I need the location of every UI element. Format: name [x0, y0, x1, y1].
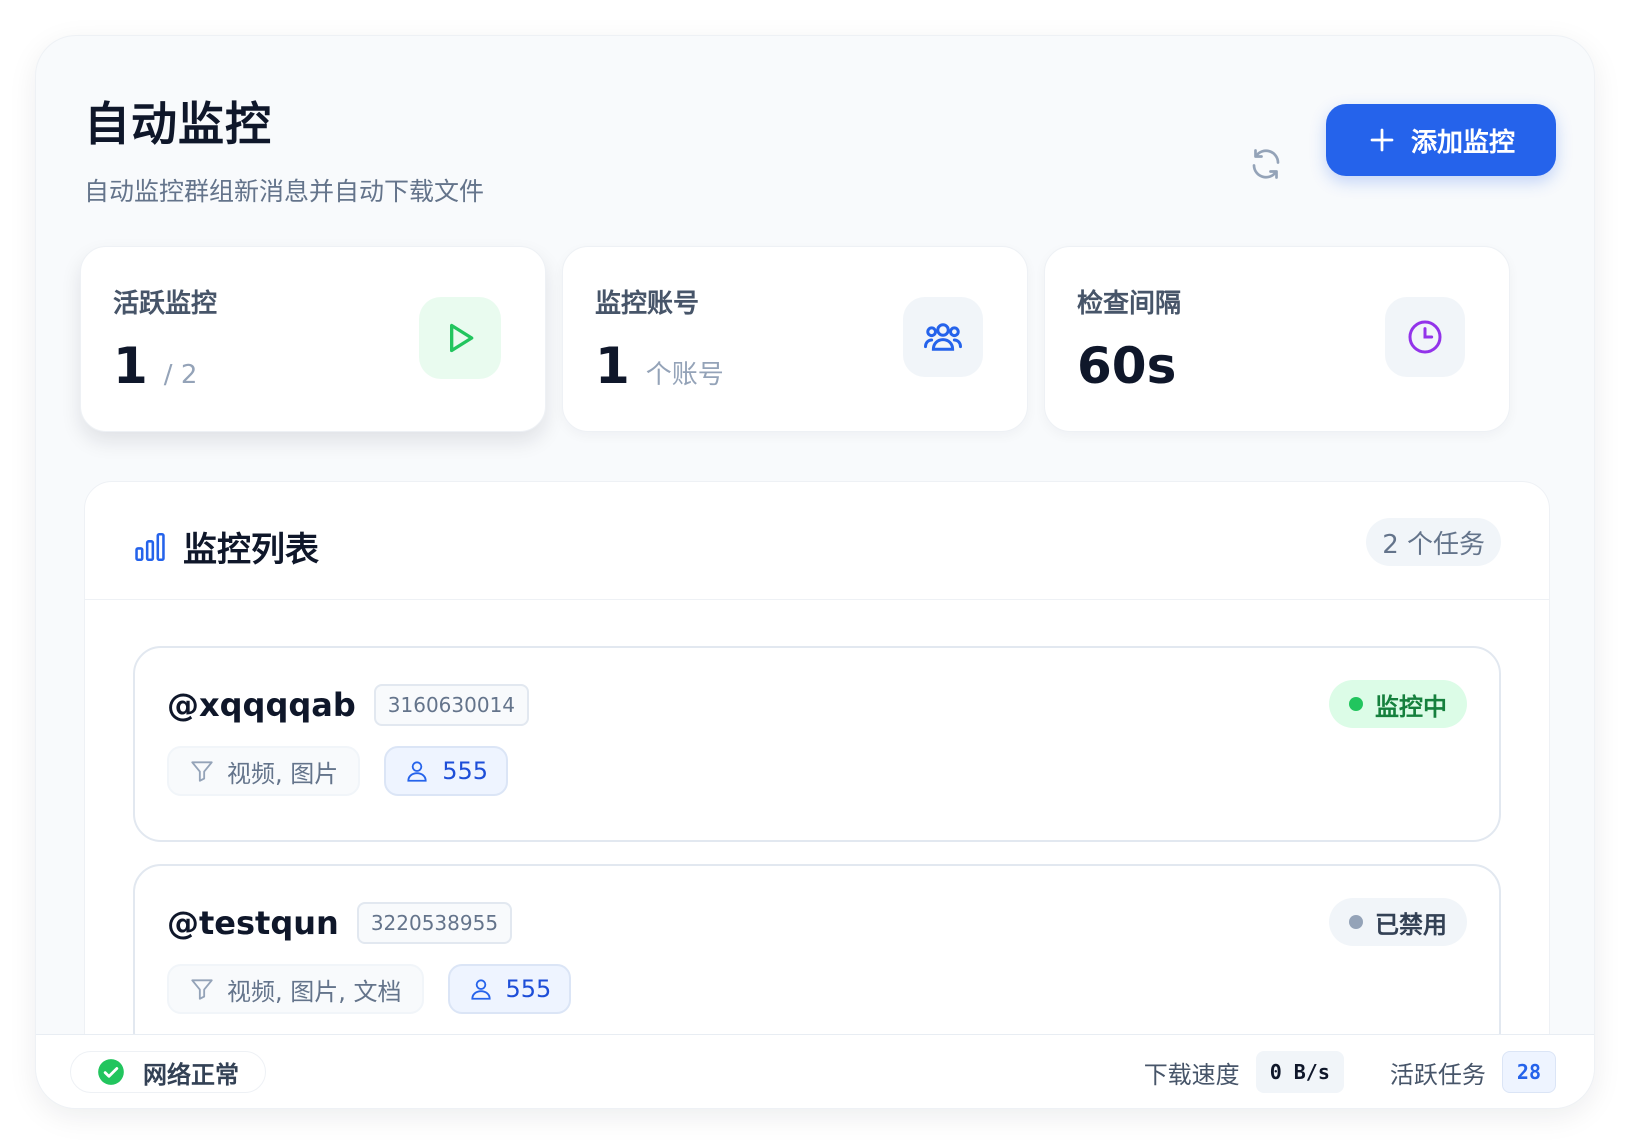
- filter-tag: 视频, 图片, 文档: [167, 964, 424, 1014]
- account-tag-label: 555: [442, 757, 489, 785]
- page-subtitle: 自动监控群组新消息并自动下载文件: [84, 177, 485, 206]
- stat-card-active: 活跃监控 1 / 2: [80, 246, 546, 432]
- stat-value: 1 / 2: [113, 337, 197, 395]
- add-monitor-button[interactable]: 添加监控: [1326, 104, 1556, 176]
- status-dot: [1349, 915, 1363, 929]
- users-icon: [924, 323, 962, 351]
- list-title-wrap: 监控列表: [133, 522, 319, 571]
- status-badge: 监控中: [1329, 680, 1467, 728]
- stat-number: 1: [113, 337, 148, 395]
- download-speed-value: 0 B/s: [1255, 1051, 1344, 1093]
- user-icon: [407, 761, 427, 782]
- plus-icon: [1370, 128, 1394, 152]
- user-icon: [470, 979, 491, 1000]
- refresh-icon: [1252, 149, 1280, 179]
- page-title: 自动监控: [84, 97, 272, 151]
- download-speed-label: 下载速度: [1143, 1060, 1240, 1089]
- monitor-tags: 视频, 图片, 文档 555: [167, 964, 572, 1014]
- monitor-id: 3160630014: [373, 684, 530, 726]
- clock-icon: [1408, 320, 1442, 354]
- users-icon-container: [903, 297, 983, 377]
- check-circle-icon: [98, 1059, 124, 1085]
- active-tasks-label: 活跃任务: [1389, 1060, 1486, 1089]
- app-window: 自动监控 自动监控群组新消息并自动下载文件 添加监控 活跃监控 1 / 2 监控…: [36, 36, 1594, 1108]
- filter-tag-label: 视频, 图片, 文档: [227, 977, 402, 1006]
- stat-label: 检查间隔: [1077, 289, 1182, 319]
- monitor-name: @testqun: [167, 904, 339, 942]
- network-status: 网络正常: [70, 1051, 266, 1093]
- clock-icon-container: [1385, 297, 1465, 377]
- task-count-badge: 2 个任务: [1366, 518, 1501, 566]
- stat-card-interval: 检查间隔 60s: [1044, 246, 1510, 432]
- stat-sub: 个账号: [645, 360, 724, 390]
- active-tasks-value: 28: [1501, 1051, 1556, 1093]
- monitor-list-header: 监控列表 2 个任务: [85, 482, 1549, 600]
- monitor-tags: 视频, 图片 555: [167, 746, 509, 796]
- stat-label: 监控账号: [595, 289, 700, 319]
- account-tag: 555: [384, 746, 509, 796]
- status-bar-metrics: 下载速度 0 B/s 活跃任务 28: [1144, 1051, 1556, 1093]
- account-tag-label: 555: [505, 975, 552, 1003]
- stat-number: 60s: [1077, 337, 1177, 395]
- status-badge: 已禁用: [1329, 898, 1467, 946]
- network-status-label: 网络正常: [143, 1060, 239, 1089]
- monitor-id: 3220538955: [356, 902, 513, 944]
- status-label: 监控中: [1375, 692, 1447, 721]
- filter-tag-label: 视频, 图片: [227, 759, 339, 788]
- play-icon-container: [419, 297, 501, 379]
- stat-number: 1: [595, 337, 630, 395]
- monitor-list-panel: 监控列表 2 个任务 @xqqqqab 3160630014 视频, 图片 55…: [84, 481, 1550, 1108]
- filter-tag: 视频, 图片: [167, 746, 361, 796]
- monitor-card[interactable]: @testqun 3220538955 视频, 图片, 文档 555 已禁用: [133, 864, 1501, 1060]
- status-dot: [1349, 697, 1363, 711]
- monitor-card-header: @xqqqqab 3160630014: [167, 684, 530, 726]
- refresh-button[interactable]: [1240, 138, 1292, 190]
- play-icon: [450, 323, 474, 353]
- stat-value: 60s: [1077, 337, 1176, 395]
- bar-chart-icon: [135, 532, 165, 561]
- stat-card-accounts: 监控账号 1 个账号: [562, 246, 1028, 432]
- filter-icon: [191, 761, 213, 782]
- stat-label: 活跃监控: [113, 289, 218, 319]
- filter-icon: [191, 979, 213, 1000]
- status-label: 已禁用: [1375, 910, 1447, 939]
- page-header: 自动监控 自动监控群组新消息并自动下载文件: [84, 88, 484, 208]
- status-bar: 网络正常 下载速度 0 B/s 活跃任务 28: [36, 1034, 1594, 1108]
- monitor-name: @xqqqqab: [167, 686, 356, 724]
- stat-sub: / 2: [163, 360, 198, 390]
- monitor-card[interactable]: @xqqqqab 3160630014 视频, 图片 555 监控中: [133, 646, 1501, 842]
- add-monitor-label: 添加监控: [1410, 127, 1515, 158]
- account-tag: 555: [447, 964, 572, 1014]
- monitor-card-header: @testqun 3220538955: [167, 902, 513, 944]
- stat-value: 1 个账号: [595, 337, 724, 395]
- list-title: 监控列表: [183, 530, 319, 570]
